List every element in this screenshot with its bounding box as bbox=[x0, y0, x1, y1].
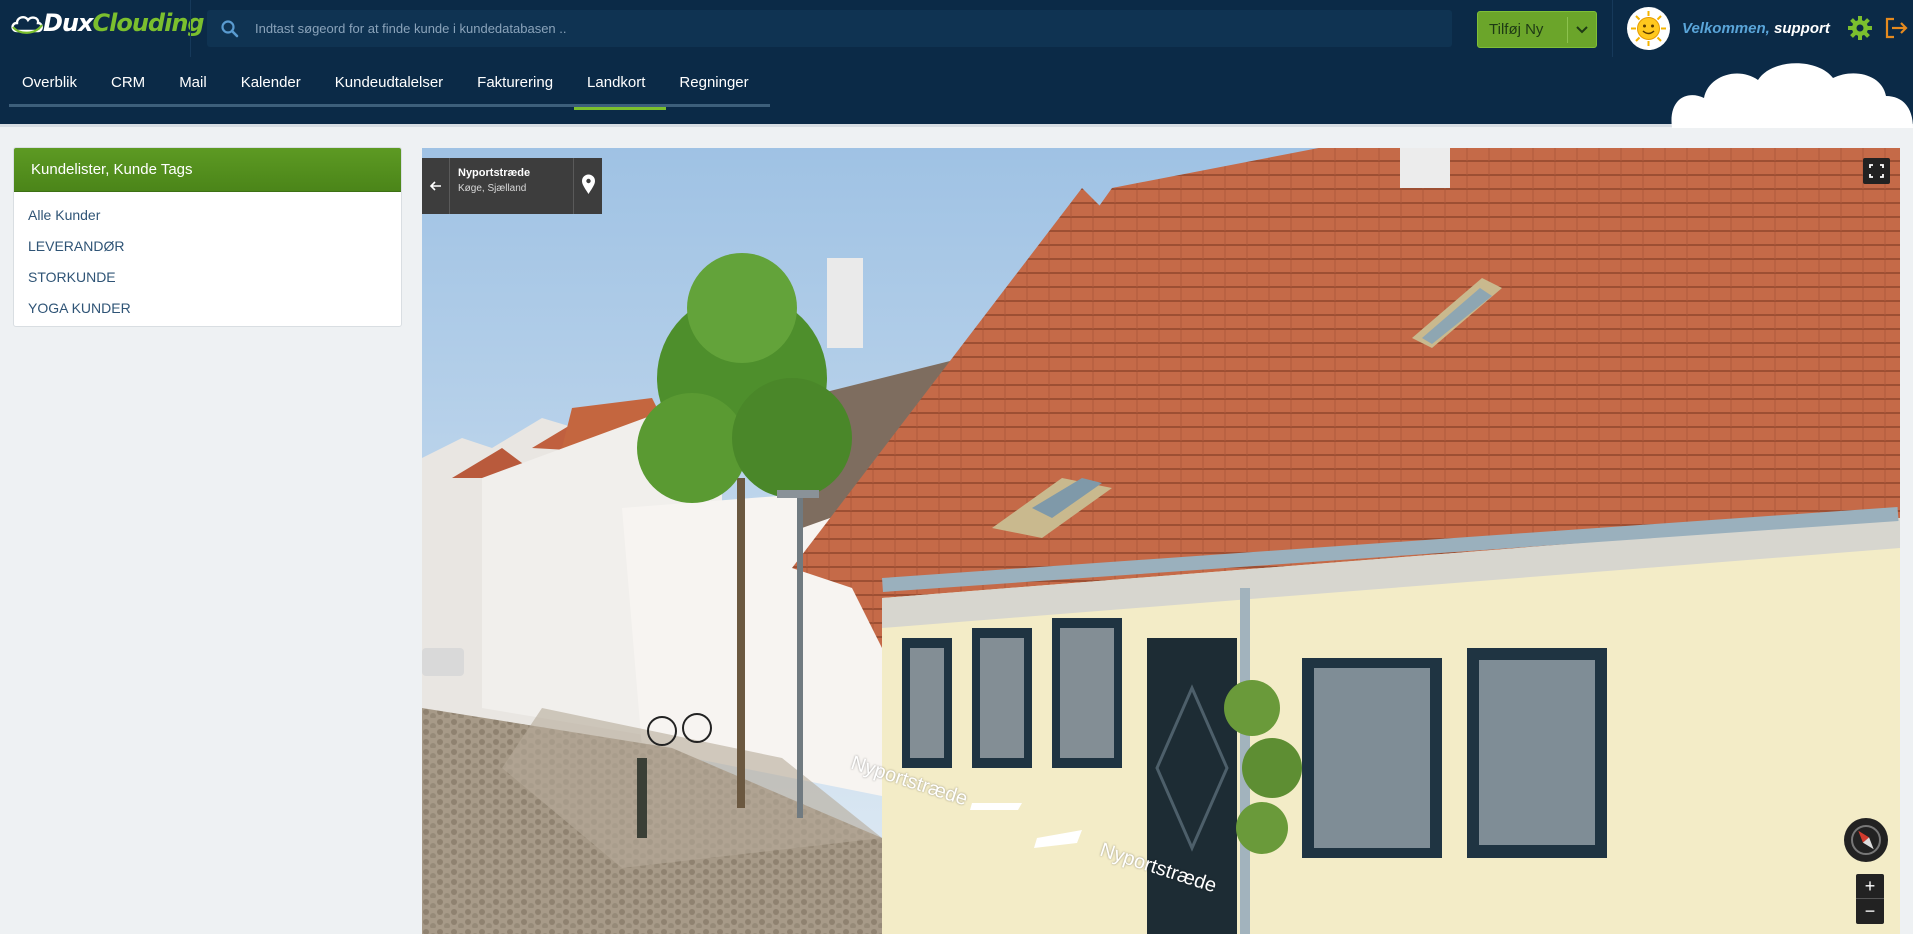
list-item-storkunde[interactable]: STORKUNDE bbox=[14, 261, 401, 292]
top-bar: DuxClouding Tilføj Ny bbox=[0, 0, 1913, 57]
panel-title: Kundelister, Kunde Tags bbox=[14, 148, 401, 192]
tab-crm[interactable]: CRM bbox=[98, 57, 166, 107]
search-bar bbox=[207, 10, 1452, 47]
sun-avatar-icon bbox=[1631, 11, 1666, 46]
add-new-label: Tilføj Ny bbox=[1489, 21, 1544, 38]
address-card: Nyportstræde Køge, Sjælland bbox=[422, 158, 602, 214]
tab-fakturering[interactable]: Fakturering bbox=[464, 57, 574, 107]
cloud-decoration-icon bbox=[1671, 63, 1913, 128]
list-item-yoga-kunder[interactable]: YOGA KUNDER bbox=[14, 292, 401, 323]
cloud-logo-icon bbox=[9, 11, 45, 35]
zoom-control: + − bbox=[1856, 874, 1884, 924]
zoom-out-button[interactable]: − bbox=[1856, 899, 1884, 924]
welcome-text: Velkommen, support bbox=[1682, 20, 1830, 37]
logo[interactable]: DuxClouding bbox=[9, 9, 205, 37]
map-pin-icon[interactable] bbox=[573, 158, 602, 214]
chevron-down-icon[interactable] bbox=[1568, 11, 1596, 48]
street-view-image bbox=[422, 148, 1900, 934]
tab-overblik[interactable]: Overblik bbox=[9, 57, 98, 107]
divider bbox=[0, 124, 1913, 127]
fullscreen-icon[interactable] bbox=[1863, 158, 1890, 184]
nav-tabs: Overblik CRM Mail Kalender Kundeudtalels… bbox=[9, 57, 770, 110]
zoom-in-button[interactable]: + bbox=[1856, 874, 1884, 899]
street-view-map[interactable]: Nyportstræde Nyportstræde Nyportstræde K… bbox=[422, 148, 1900, 934]
street-name: Nyportstræde bbox=[458, 167, 531, 179]
divider bbox=[1612, 0, 1613, 57]
logo-text: DuxClouding bbox=[43, 9, 205, 37]
customer-list: Alle Kunder LEVERANDØR STORKUNDE YOGA KU… bbox=[14, 192, 401, 323]
city-name: Køge, Sjælland bbox=[458, 183, 527, 194]
add-new-button[interactable]: Tilføj Ny bbox=[1477, 11, 1597, 48]
customer-lists-panel: Kundelister, Kunde Tags Alle Kunder LEVE… bbox=[13, 147, 402, 327]
list-item-alle-kunder[interactable]: Alle Kunder bbox=[14, 199, 401, 230]
back-arrow-icon[interactable] bbox=[422, 158, 450, 214]
tab-landkort[interactable]: Landkort bbox=[574, 57, 667, 110]
logout-icon[interactable] bbox=[1882, 14, 1910, 42]
main-nav: Overblik CRM Mail Kalender Kundeudtalels… bbox=[0, 57, 1913, 124]
address-text: Nyportstræde Køge, Sjælland bbox=[450, 158, 573, 214]
list-item-leverandor[interactable]: LEVERANDØR bbox=[14, 230, 401, 261]
tab-kalender[interactable]: Kalender bbox=[228, 57, 322, 107]
compass-icon[interactable] bbox=[1844, 818, 1888, 862]
search-icon bbox=[213, 10, 247, 47]
avatar[interactable] bbox=[1627, 7, 1670, 50]
username: support bbox=[1773, 20, 1830, 37]
divider bbox=[190, 0, 191, 57]
tab-mail[interactable]: Mail bbox=[166, 57, 228, 107]
gear-icon[interactable] bbox=[1846, 14, 1874, 42]
tab-regninger[interactable]: Regninger bbox=[666, 57, 769, 107]
search-input[interactable] bbox=[247, 10, 1452, 47]
tab-kundeudtalelser[interactable]: Kundeudtalelser bbox=[322, 57, 464, 107]
